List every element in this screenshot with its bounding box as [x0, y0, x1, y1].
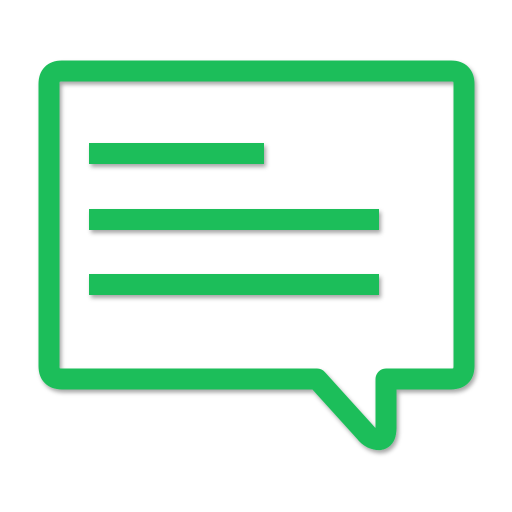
icon-canvas	[0, 0, 512, 512]
text-line-short	[89, 143, 264, 164]
text-line-bottom	[89, 274, 379, 295]
text-line-middle	[89, 209, 379, 230]
speech-bubble-outline	[38, 60, 475, 451]
message-bubble-icon	[38, 60, 475, 451]
